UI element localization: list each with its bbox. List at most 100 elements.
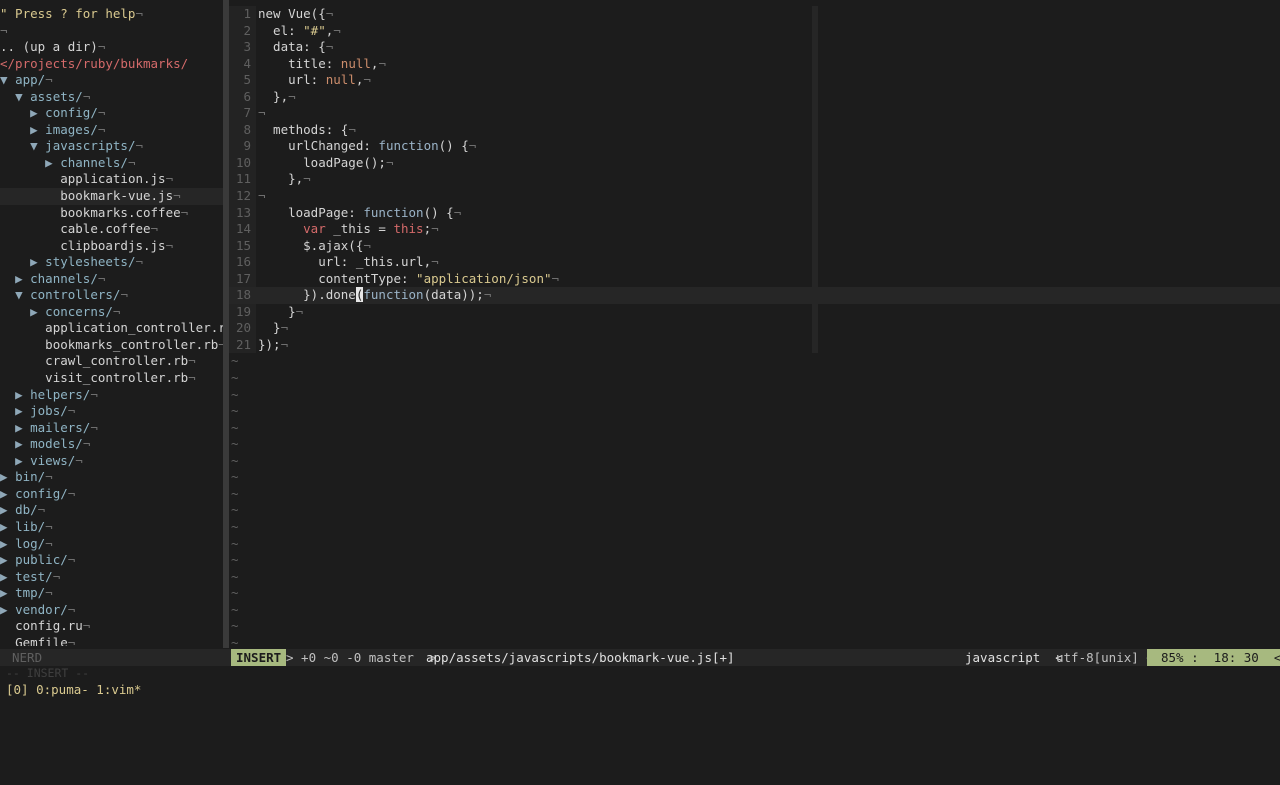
tree-directory[interactable]: ▶ helpers/¬ <box>0 387 223 404</box>
statusline-nerd: NERD <box>12 650 43 665</box>
command-line: -- INSERT -- <box>6 666 90 680</box>
nerdtree-up-dir[interactable]: .. (up a dir)¬ <box>0 39 223 56</box>
tree-directory[interactable]: ▶ test/¬ <box>0 569 223 586</box>
code-line[interactable]: 21});¬ <box>229 337 1280 354</box>
tree-node-label: assets/ <box>30 88 83 104</box>
code-line[interactable]: 4 title: null,¬ <box>229 56 1280 73</box>
tree-file[interactable]: Gemfile¬ <box>0 635 223 646</box>
code-line[interactable]: 3 data: {¬ <box>229 39 1280 56</box>
code-line[interactable]: 18 }).done(function(data));¬ <box>229 287 1280 304</box>
tree-file[interactable]: application.js¬ <box>0 171 223 188</box>
tree-directory[interactable]: ▶ views/¬ <box>0 453 223 470</box>
tree-directory[interactable]: ▶ config/¬ <box>0 486 223 503</box>
tree-directory[interactable]: ▼ app/¬ <box>0 72 223 89</box>
code-line[interactable]: 20 }¬ <box>229 320 1280 337</box>
eol-marker: ¬ <box>45 535 53 551</box>
tree-directory[interactable]: ▶ vendor/¬ <box>0 602 223 619</box>
code-token: methods: { <box>258 121 349 137</box>
tree-node-label: db/ <box>15 502 38 518</box>
tilde-marker: ~ <box>231 485 239 501</box>
code-line[interactable]: 2 el: "#",¬ <box>229 23 1280 40</box>
code-buffer[interactable]: 1 new Vue({¬ 2 el: "#",¬ 3 data: {¬ 4 title:… <box>229 6 1280 646</box>
collapsed-arrow-icon: ▶ <box>0 535 16 551</box>
tree-node-label: application.js <box>60 171 166 187</box>
code-line[interactable]: 14 var _this = this;¬ <box>229 221 1280 238</box>
tree-directory[interactable]: ▶ mailers/¬ <box>0 420 223 437</box>
code-line[interactable]: 12 ¬ <box>229 188 1280 205</box>
nerdtree-help: " Press ? for help¬ <box>0 6 143 21</box>
tree-directory[interactable]: ▶ models/¬ <box>0 436 223 453</box>
tree-node-label: config.ru <box>15 618 83 634</box>
tree-directory[interactable]: ▶ log/¬ <box>0 536 223 553</box>
code-line[interactable]: 19 }¬ <box>229 304 1280 321</box>
tree-file[interactable]: application_controller.rb¬ <box>0 320 223 337</box>
tree-file[interactable]: bookmark-vue.js¬ <box>0 188 223 205</box>
tree-directory[interactable]: ▼ controllers/¬ <box>0 287 223 304</box>
code-line[interactable]: 16 url: _this.url,¬ <box>229 254 1280 271</box>
tree-node-label: controllers/ <box>30 287 121 303</box>
tree-node-label: views/ <box>30 452 76 468</box>
tree-file[interactable]: crawl_controller.rb¬ <box>0 353 223 370</box>
tree-directory[interactable]: ▶ stylesheets/¬ <box>0 254 223 271</box>
code-line[interactable]: 1 new Vue({¬ <box>229 6 1280 23</box>
tree-node-label: channels/ <box>60 154 128 170</box>
tree-file[interactable]: bookmarks_controller.rb¬ <box>0 337 223 354</box>
tree-file[interactable]: bookmarks.coffee¬ <box>0 205 223 222</box>
tree-file[interactable]: cable.coffee¬ <box>0 221 223 238</box>
tilde-marker: ~ <box>231 403 239 419</box>
code-line[interactable]: 17 contentType: "application/json"¬ <box>229 271 1280 288</box>
tree-directory[interactable]: ▶ db/¬ <box>0 502 223 519</box>
tree-node-label: images/ <box>45 121 98 137</box>
nerdtree-panel[interactable]: " Press ? for help¬ ¬ .. (up a dir)¬ </p… <box>0 6 223 646</box>
tree-file[interactable]: clipboardjs.js¬ <box>0 238 223 255</box>
empty-buffer-line: ~ <box>229 502 1280 519</box>
tree-directory[interactable]: ▶ concerns/¬ <box>0 304 223 321</box>
tilde-marker: ~ <box>231 436 239 452</box>
tree-file[interactable]: config.ru¬ <box>0 618 223 635</box>
tree-node-label: models/ <box>30 436 83 452</box>
tmux-status-bar[interactable]: [0] 0:puma- 1:vim* <box>6 682 141 697</box>
empty-buffer-line: ~ <box>229 635 1280 646</box>
tree-node-label: visit_controller.rb <box>45 370 189 386</box>
code-line[interactable]: 13 loadPage: function() {¬ <box>229 205 1280 222</box>
code-line[interactable]: 11 },¬ <box>229 171 1280 188</box>
code-line[interactable]: 7 ¬ <box>229 105 1280 122</box>
expanded-arrow-icon: ▼ <box>0 72 16 88</box>
line-number: 7 <box>243 105 251 121</box>
code-line[interactable]: 15 $.ajax({¬ <box>229 238 1280 255</box>
eol-marker: ¬ <box>468 138 477 154</box>
tree-directory[interactable]: ▶ public/¬ <box>0 552 223 569</box>
tree-directory[interactable]: ▶ images/¬ <box>0 122 223 139</box>
tree-directory[interactable]: ▶ lib/¬ <box>0 519 223 536</box>
eol-marker: ¬ <box>303 171 311 187</box>
nerdtree-root-path[interactable]: </projects/ruby/bukmarks/ <box>0 56 223 73</box>
code-line[interactable]: 6 },¬ <box>229 89 1280 106</box>
tree-directory[interactable]: ▶ bin/¬ <box>0 469 223 486</box>
collapsed-arrow-icon: ▶ <box>30 105 46 121</box>
tilde-marker: ~ <box>231 419 239 435</box>
tree-directory[interactable]: ▶ config/¬ <box>0 105 223 122</box>
code-line[interactable]: 5 url: null,¬ <box>229 72 1280 89</box>
tree-directory[interactable]: ▶ jobs/¬ <box>0 403 223 420</box>
code-line[interactable]: 9 urlChanged: function() {¬ <box>229 138 1280 155</box>
tilde-marker: ~ <box>231 518 239 534</box>
eol-marker: ¬ <box>97 105 106 121</box>
code-token: "application/json" <box>416 270 552 286</box>
tree-file[interactable]: visit_controller.rb¬ <box>0 370 223 387</box>
tree-directory[interactable]: ▶ channels/¬ <box>0 271 223 288</box>
code-line[interactable]: 8 methods: {¬ <box>229 122 1280 139</box>
editor-pane[interactable]: 1 new Vue({¬ 2 el: "#",¬ 3 data: {¬ 4 title:… <box>229 6 1280 646</box>
eol-marker: ¬ <box>82 618 91 634</box>
eol-marker: ¬ <box>90 419 98 435</box>
eol-marker: ¬ <box>135 138 144 154</box>
eol-marker: ¬ <box>483 287 492 303</box>
tree-directory[interactable]: ▼ javascripts/¬ <box>0 138 223 155</box>
eol-marker: ¬ <box>127 154 136 170</box>
tree-directory[interactable]: ▶ tmp/¬ <box>0 585 223 602</box>
code-line[interactable]: 10 loadPage();¬ <box>229 155 1280 172</box>
collapsed-arrow-icon: ▶ <box>15 386 31 402</box>
tree-directory[interactable]: ▶ channels/¬ <box>0 155 223 172</box>
tree-directory[interactable]: ▼ assets/¬ <box>0 89 223 106</box>
nerdtree-nodes: ▼ app/¬ ▼ assets/¬ ▶ config/¬ ▶ images/¬… <box>0 72 223 646</box>
